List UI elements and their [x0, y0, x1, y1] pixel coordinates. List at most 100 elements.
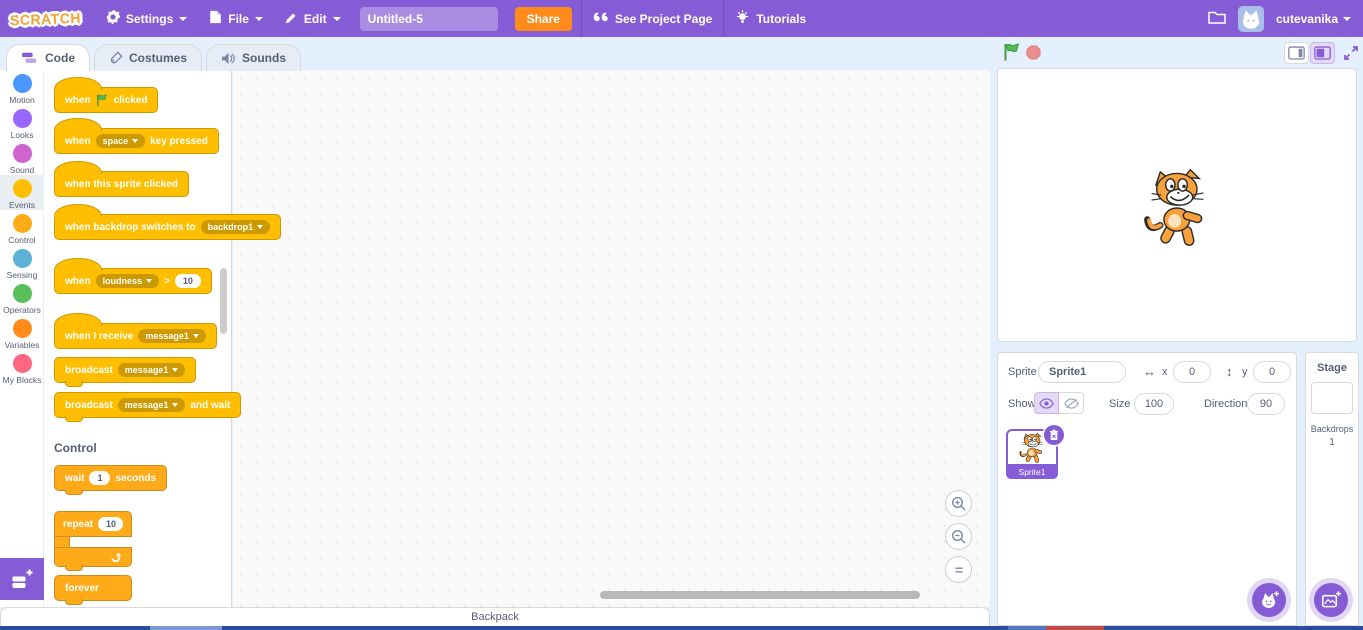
scratch-logo[interactable]: SCRATCH — [10, 9, 81, 27]
message-dropdown[interactable]: message1 — [117, 363, 186, 377]
green-flag-icon — [96, 93, 107, 106]
paintbrush-icon — [110, 51, 123, 64]
category-control[interactable]: Control — [0, 210, 44, 245]
block-broadcast[interactable]: broadcast message1 — [54, 357, 197, 387]
repeat-value-input[interactable]: 10 — [98, 517, 123, 531]
loudness-dropdown[interactable]: loudness — [95, 274, 160, 288]
stop-button[interactable] — [1026, 45, 1041, 65]
canvas-horizontal-scrollbar[interactable] — [600, 591, 920, 599]
stop-sign-icon — [1026, 45, 1041, 60]
small-stage-icon — [1288, 46, 1305, 60]
category-looks[interactable]: Looks — [0, 105, 44, 140]
category-my-blocks[interactable]: My Blocks — [0, 350, 44, 385]
show-toggle — [1034, 392, 1084, 414]
control-dot — [12, 214, 32, 233]
loudness-value-input[interactable]: 10 — [174, 274, 201, 288]
backpack-label: Backpack — [471, 611, 519, 623]
speaker-icon — [222, 52, 235, 64]
category-events[interactable]: Events — [0, 175, 44, 210]
block-when-flag-clicked[interactable]: when clicked — [54, 77, 159, 113]
block-when-key-pressed[interactable]: when space key pressed — [54, 118, 219, 154]
category-motion[interactable]: Motion — [0, 70, 44, 105]
block-forever[interactable]: forever — [54, 575, 132, 605]
block-repeat[interactable]: repeat 10 — [54, 511, 132, 571]
delete-sprite-button[interactable] — [1044, 425, 1064, 445]
zoom-reset-button[interactable] — [945, 556, 972, 583]
tab-sounds[interactable]: Sounds — [206, 44, 302, 71]
zoom-out-button[interactable] — [945, 523, 972, 550]
chevron-down-icon — [1343, 16, 1351, 21]
message-dropdown[interactable]: message1 — [117, 398, 186, 412]
block-when-i-receive[interactable]: when I receive message1 — [54, 313, 217, 349]
events-dot — [12, 179, 32, 198]
chevron-down-icon — [332, 16, 341, 21]
x-position-icon: ↔ — [1143, 364, 1156, 379]
block-wait-seconds[interactable]: wait 1 seconds — [54, 465, 168, 495]
see-project-page-label: See Project Page — [614, 11, 713, 26]
share-button[interactable]: Share — [514, 6, 572, 31]
fullscreen-button[interactable] — [1338, 42, 1363, 64]
small-stage-button[interactable] — [1284, 42, 1309, 64]
size-label: Size — [1109, 398, 1131, 410]
category-sound[interactable]: Sound — [0, 140, 44, 175]
block-when-loudness[interactable]: when loudness > 10 — [54, 258, 212, 294]
tab-costumes[interactable]: Costumes — [94, 44, 203, 71]
show-label: Show — [1008, 398, 1036, 410]
tutorials-button[interactable]: Tutorials — [724, 0, 817, 37]
add-sprite-button[interactable] — [1252, 583, 1286, 617]
avatar[interactable] — [1237, 5, 1264, 32]
account-menu[interactable]: cutevanika — [1276, 12, 1351, 26]
file-menu[interactable]: File — [198, 0, 274, 37]
taskbar-item — [150, 626, 222, 630]
pencil-icon — [285, 11, 298, 27]
loop-arrow-icon — [111, 551, 122, 562]
block-when-sprite-clicked[interactable]: when this sprite clicked — [54, 161, 189, 197]
category-sensing[interactable]: Sensing — [0, 245, 44, 280]
settings-menu[interactable]: Settings — [95, 0, 198, 37]
os-taskbar-edge — [0, 626, 1363, 630]
block-when-backdrop-switches[interactable]: when backdrop switches to backdrop1 — [54, 204, 282, 240]
sprite-name-input[interactable] — [1038, 361, 1126, 383]
large-stage-button[interactable] — [1310, 42, 1335, 64]
edit-menu[interactable]: Edit — [274, 0, 352, 37]
category-variables[interactable]: Variables — [0, 315, 44, 350]
code-canvas[interactable] — [233, 70, 990, 607]
file-label: File — [228, 11, 249, 26]
project-name-input[interactable] — [359, 6, 498, 31]
tab-code[interactable]: Code — [6, 44, 90, 71]
chevron-down-icon — [254, 16, 263, 21]
key-dropdown[interactable]: space — [95, 134, 146, 148]
settings-label: Settings — [125, 11, 174, 26]
sound-dot — [12, 144, 32, 163]
direction-input[interactable] — [1247, 393, 1285, 415]
category-operators[interactable]: Operators — [0, 280, 44, 315]
backdrop-thumbnail[interactable] — [1311, 382, 1353, 414]
sprite-cat-on-stage[interactable] — [1143, 166, 1215, 250]
wait-value-input[interactable]: 1 — [89, 471, 111, 485]
chevron-down-icon — [257, 225, 264, 229]
zoom-in-button[interactable] — [945, 490, 972, 517]
x-position-input[interactable] — [1173, 361, 1211, 383]
see-project-page-button[interactable]: See Project Page — [582, 0, 723, 37]
palette-scrollbar[interactable] — [220, 268, 227, 334]
stage[interactable] — [997, 68, 1357, 342]
folder-icon[interactable] — [1208, 10, 1226, 27]
sprite-info-panel: Sprite ↔ x ↕ y Show Size Direction Sprit… — [997, 352, 1297, 626]
y-position-input[interactable] — [1253, 361, 1291, 383]
green-flag-button[interactable] — [1003, 43, 1021, 66]
message-dropdown[interactable]: message1 — [138, 329, 206, 343]
trash-icon — [1049, 429, 1059, 440]
variables-dot — [12, 319, 32, 338]
backdrop-dropdown[interactable]: backdrop1 — [200, 220, 271, 234]
sprite-label: Sprite — [1008, 366, 1037, 378]
show-visible-button[interactable] — [1034, 392, 1059, 414]
add-extension-button[interactable] — [0, 558, 44, 600]
chevron-down-icon — [179, 16, 188, 21]
size-input[interactable] — [1134, 393, 1174, 415]
my-blocks-dot — [12, 354, 32, 373]
backpack-bar[interactable]: Backpack — [0, 607, 990, 627]
show-hidden-button[interactable] — [1059, 392, 1084, 414]
block-broadcast-and-wait[interactable]: broadcast message1 and wait — [54, 392, 242, 422]
add-backdrop-button[interactable] — [1314, 583, 1348, 617]
stage-panel-title: Stage — [1317, 362, 1347, 374]
